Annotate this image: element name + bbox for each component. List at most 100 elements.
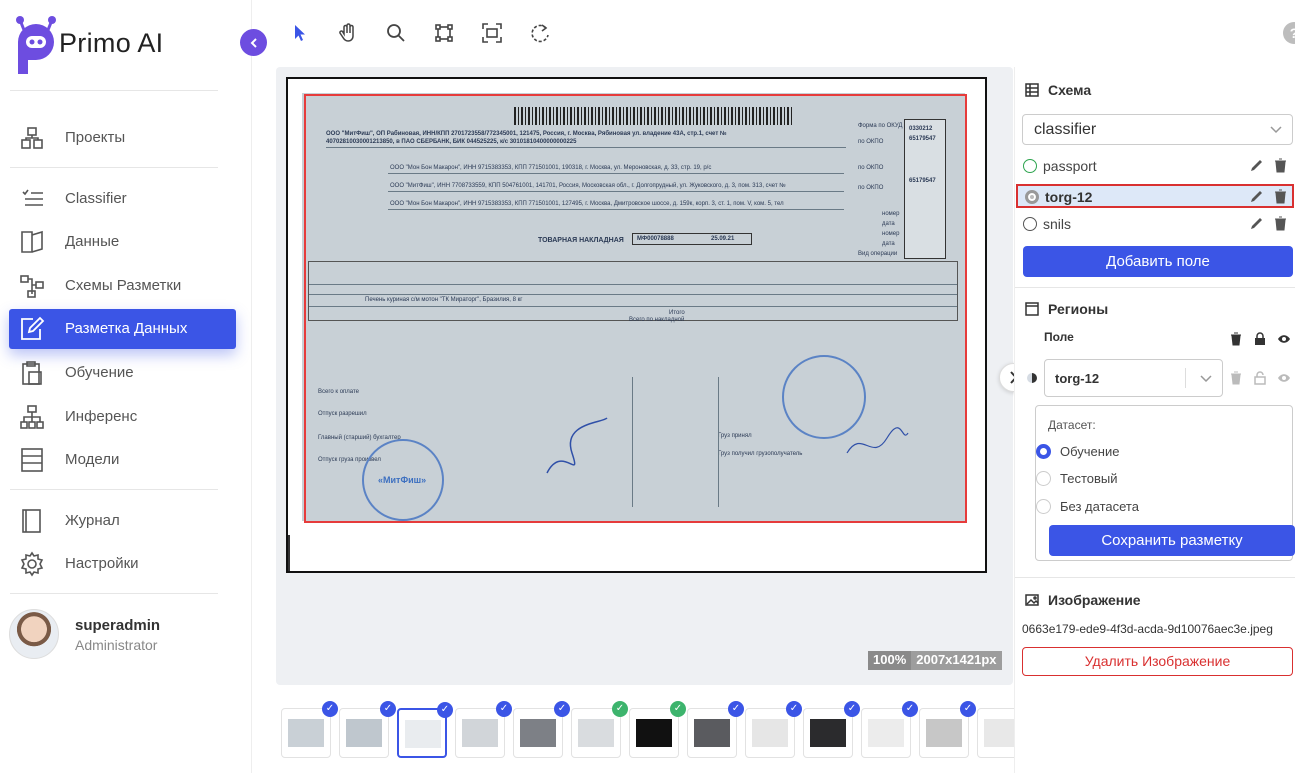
divider (10, 90, 218, 91)
image-canvas[interactable]: ООО "МитФиш", ОП Рабиновая, ИНН/КПП 2701… (276, 67, 1013, 685)
thumbnail[interactable]: ✓ (339, 701, 396, 758)
thumbnail[interactable]: ✓ (571, 701, 628, 758)
divider (10, 167, 218, 168)
check-icon: ✓ (612, 701, 628, 717)
app-title: Primo AI (59, 28, 164, 58)
nav-item-training[interactable]: Обучение (9, 353, 236, 393)
thumbnail-image (578, 719, 614, 747)
nav-item-data[interactable]: Данные (9, 222, 236, 262)
collapse-sidebar-button[interactable] (240, 29, 267, 56)
dataset-option-test[interactable]: Тестовый (1036, 471, 1276, 489)
nav-item-journal[interactable]: Журнал (9, 501, 236, 541)
trash-icon[interactable] (1229, 371, 1243, 385)
schema-item-passport[interactable]: passport (1016, 155, 1294, 179)
trash-icon[interactable] (1273, 216, 1288, 231)
thumbnail-image (752, 719, 788, 747)
radio-button[interactable] (1036, 471, 1051, 486)
thumbnail[interactable]: ✓ (397, 702, 453, 758)
check-icon: ✓ (496, 701, 512, 717)
thumbnail[interactable]: ✓ (745, 701, 802, 758)
crop-icon[interactable] (433, 22, 455, 44)
hand-icon[interactable] (337, 22, 359, 44)
radio-button[interactable] (1036, 444, 1051, 459)
regions-title: Регионы (1048, 301, 1109, 317)
zoom-level: 100% (868, 651, 912, 670)
check-icon: ✓ (554, 701, 570, 717)
region-field-value: torg-12 (1055, 371, 1100, 386)
region-field-select[interactable]: torg-12 (1044, 359, 1223, 397)
nav-item-classifier[interactable]: Classifier (9, 179, 236, 219)
check-icon: ✓ (844, 701, 860, 717)
schema-icon (20, 275, 44, 298)
radio-button[interactable] (1023, 217, 1037, 231)
thumbnail-image (868, 719, 904, 747)
trash-icon[interactable] (1273, 189, 1288, 204)
thumbnail-image (405, 720, 441, 748)
chevron-down-icon (1200, 375, 1212, 383)
pencil-icon[interactable] (1249, 216, 1264, 231)
trash-icon[interactable] (1273, 158, 1288, 173)
schema-item-torg-12[interactable]: torg-12 (1016, 184, 1294, 208)
check-icon: ✓ (670, 701, 686, 717)
radio-button[interactable] (1036, 499, 1051, 514)
image-section-title: Изображение (1025, 592, 1141, 608)
schema-item-label: snils (1043, 216, 1072, 232)
thumbnail-image (926, 719, 962, 747)
nav-item-schemas[interactable]: Схемы Разметки (9, 266, 236, 306)
thumbnail[interactable]: ✓ (687, 701, 744, 758)
image-filename: 0663e179-ede9-4f3d-acda-9d10076aec3e.jpe… (1022, 622, 1273, 636)
pointer-icon[interactable] (289, 22, 311, 44)
clipboard-icon (22, 361, 42, 385)
fit-icon[interactable] (481, 22, 503, 44)
pencil-icon[interactable] (1249, 158, 1264, 173)
divider (1015, 287, 1295, 288)
thumbnail-image (346, 719, 382, 747)
nav-item-settings[interactable]: Настройки (9, 544, 236, 584)
thumbnail[interactable]: ✓ (455, 701, 512, 758)
thumbnail[interactable]: ✓ (513, 701, 570, 758)
nav-item-projects[interactable]: Проекты (9, 118, 236, 158)
sitemap-icon (20, 405, 44, 429)
radio-button[interactable] (1025, 190, 1039, 204)
check-icon: ✓ (902, 701, 918, 717)
trash-icon[interactable] (1229, 332, 1243, 346)
delete-image-button[interactable]: Удалить Изображение (1022, 647, 1293, 676)
dataset-option-none[interactable]: Без датасета (1036, 499, 1276, 517)
thumbnail[interactable]: ✓ (919, 701, 976, 758)
help-icon[interactable]: ? (1283, 22, 1295, 44)
add-field-button[interactable]: Добавить поле (1023, 246, 1293, 277)
radio-button[interactable] (1023, 159, 1037, 173)
eye-icon[interactable] (1277, 332, 1291, 346)
dataset-box: Датасет: Обучение Тестовый Без датасета … (1035, 405, 1295, 561)
save-annotation-button[interactable]: Сохранить разметку (1049, 525, 1295, 556)
eye-icon[interactable] (1277, 371, 1291, 385)
schema-select[interactable]: classifier (1022, 114, 1293, 145)
rotate-icon[interactable] (529, 22, 551, 44)
search-icon[interactable] (385, 22, 407, 44)
sidebar: Primo AI Проекты Classifier Данные Схемы… (0, 0, 252, 773)
edit-icon (21, 316, 45, 340)
nav-item-models[interactable]: Модели (9, 440, 236, 480)
nav-item-inference[interactable]: Инференс (9, 397, 236, 437)
lock-icon[interactable] (1253, 332, 1267, 346)
schema-selected: classifier (1034, 121, 1097, 138)
dataset-option-training[interactable]: Обучение (1036, 444, 1276, 462)
schema-item-snils[interactable]: snils (1016, 213, 1294, 237)
thumbnail[interactable]: ✓ (629, 701, 686, 758)
field-column-label: Поле (1044, 330, 1074, 344)
thumbnail[interactable]: ✓ (803, 701, 860, 758)
nav-label: Обучение (65, 364, 134, 381)
unlock-icon[interactable] (1253, 371, 1267, 385)
dataset-option-label: Обучение (1060, 444, 1120, 459)
window-icon (1025, 302, 1039, 316)
region-selection-torg-12[interactable] (304, 94, 967, 523)
thumbnail-image (810, 719, 846, 747)
thumbnail-image (694, 719, 730, 747)
thumbnail[interactable]: ✓ (281, 701, 338, 758)
nav-item-labeling[interactable]: Разметка Данных (9, 309, 236, 349)
chevron-left-icon (250, 37, 257, 48)
nav-label: Модели (65, 451, 120, 468)
thumbnail[interactable]: ✓ (861, 701, 918, 758)
select-separator (1185, 368, 1186, 388)
pencil-icon[interactable] (1249, 189, 1264, 204)
